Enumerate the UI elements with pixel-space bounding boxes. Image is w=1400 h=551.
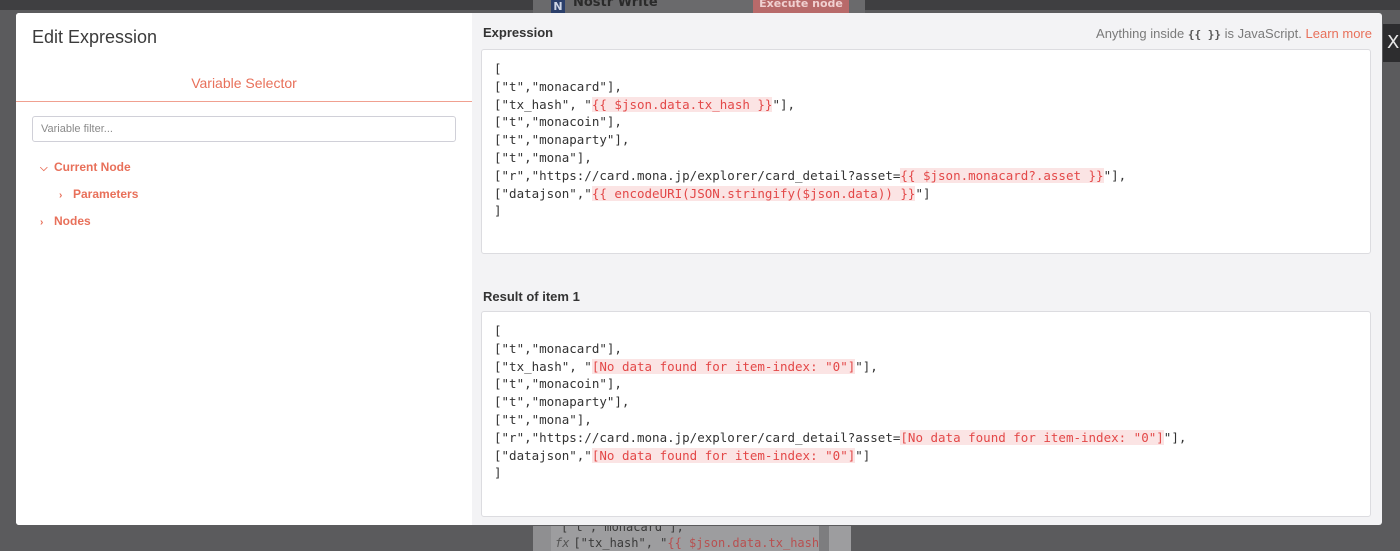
code-text: ["datajson","	[494, 185, 592, 201]
code-text: ]	[494, 465, 502, 481]
background-code-line: fx ["tx_hash", "{{ $json.data.tx_hash	[555, 536, 819, 550]
code-text: ["t","monacoin"],	[494, 376, 622, 392]
chevron-right-icon: ›	[59, 190, 63, 201]
background-execute-button: Execute node	[753, 0, 849, 14]
code-text: ["t","monacard"],	[494, 340, 622, 356]
learn-more-link[interactable]: Learn more	[1306, 26, 1372, 41]
code-line: ["t","monacoin"],	[494, 375, 1358, 393]
tree-item-current-node[interactable]: ⌵ Current Node	[40, 160, 131, 174]
code-line: ["datajson","[No data found for item-ind…	[494, 447, 1358, 465]
code-line: ["t","monacard"],	[494, 340, 1358, 358]
chevron-right-icon: ›	[40, 217, 44, 228]
code-line: ["t","monaparty"],	[494, 131, 1358, 149]
close-icon[interactable]: X	[1383, 24, 1400, 62]
tab-underline	[16, 101, 472, 102]
code-line: ["t","monaparty"],	[494, 393, 1358, 411]
tree-item-nodes[interactable]: › Nodes	[40, 214, 91, 228]
tree-item-label: Current Node	[54, 160, 131, 174]
background-code-expr: {{ $json.data.tx_hash	[667, 536, 820, 550]
expression-label: Expression	[483, 25, 554, 40]
background-scrollbar	[819, 526, 829, 551]
tab-variable-selector[interactable]: Variable Selector	[16, 75, 472, 91]
expression-editor[interactable]: [["t","monacard"], ["tx_hash", "{{ $json.…	[481, 49, 1371, 254]
code-line: ]	[494, 464, 1358, 482]
dialog-title: Edit Expression	[32, 27, 158, 47]
expression-highlight: {{ $json.data.tx_hash }}	[591, 96, 773, 112]
code-text: ["t","monaparty"],	[494, 394, 630, 410]
expression-highlight: {{ $json.monacard?.asset }}	[900, 167, 1104, 183]
edit-expression-dialog: Edit Expression Variable Selector ⌵ Curre…	[16, 13, 1382, 525]
code-line: ["t","mona"],	[494, 411, 1358, 429]
code-text: [	[494, 323, 502, 338]
fx-icon: fx	[555, 536, 570, 550]
code-line: ["tx_hash", "[No data found for item-ind…	[494, 358, 1358, 376]
expression-highlight: [No data found for item-index: "0"]	[900, 429, 1164, 445]
node-type-icon: N	[551, 0, 565, 14]
code-text: ["t","monaparty"],	[494, 132, 630, 148]
tree-item-label: Nodes	[54, 214, 91, 228]
background-code-text: ["tx_hash", "	[573, 536, 668, 550]
background-code-editor: ["t","monacard"], fx ["tx_hash", "{{ $jso…	[533, 526, 851, 551]
code-text: ["r","https://card.mona.jp/explorer/card…	[494, 429, 901, 445]
code-text: "],	[772, 96, 796, 112]
code-text: ["t","monacard"],	[494, 78, 622, 94]
hint-suffix: is JavaScript.	[1224, 26, 1302, 41]
code-text: [	[494, 61, 502, 76]
hint-prefix: Anything inside	[1096, 26, 1185, 41]
background-node-header: N Nostr Write Execute node	[533, 0, 865, 14]
expression-highlight: [No data found for item-index: "0"]	[591, 447, 856, 463]
code-line: ["tx_hash", "{{ $json.data.tx_hash }}"],	[494, 96, 1358, 114]
code-line: [	[494, 60, 1358, 78]
background-node-title: Nostr Write	[573, 0, 658, 10]
code-text: ]	[494, 203, 502, 219]
code-text: ["t","monacoin"],	[494, 114, 622, 130]
variable-selector-panel: Edit Expression Variable Selector ⌵ Curre…	[16, 13, 472, 525]
javascript-hint: Anything inside {{ }} is JavaScript. Lea…	[1096, 26, 1372, 41]
code-line: ["t","mona"],	[494, 149, 1358, 167]
code-line: ]	[494, 202, 1358, 220]
code-text: "]	[915, 185, 931, 201]
code-text: "]	[855, 447, 871, 463]
hint-braces: {{ }}	[1187, 28, 1221, 41]
code-line: ["t","monacoin"],	[494, 113, 1358, 131]
code-line: ["datajson","{{ encodeURI(JSON.stringify…	[494, 185, 1358, 203]
expression-highlight: {{ encodeURI(JSON.stringify($json.data))…	[591, 185, 916, 201]
code-line: ["t","monacard"],	[494, 78, 1358, 96]
code-line: ["r","https://card.mona.jp/explorer/card…	[494, 429, 1358, 447]
result-output: [["t","monacard"], ["tx_hash", "[No data …	[481, 311, 1371, 517]
code-text: "],	[1163, 429, 1187, 445]
code-text: ["tx_hash", "	[494, 96, 592, 112]
code-line: [	[494, 322, 1358, 340]
tree-item-label: Parameters	[73, 187, 139, 201]
code-text: ["datajson","	[494, 447, 592, 463]
chevron-down-icon: ⌵	[40, 163, 48, 174]
background-code-gutter	[533, 526, 551, 551]
code-text: "],	[855, 358, 878, 374]
code-text: ["tx_hash", "	[494, 358, 592, 374]
tree-item-parameters[interactable]: › Parameters	[59, 187, 138, 201]
code-text: ["t","mona"],	[494, 411, 592, 427]
background-code-line: ["t","monacard"],	[561, 526, 684, 534]
expression-highlight: [No data found for item-index: "0"]	[591, 358, 856, 374]
result-label: Result of item 1	[483, 289, 580, 304]
code-text: "],	[1103, 167, 1127, 183]
variable-filter-input[interactable]	[32, 116, 456, 142]
code-text: ["r","https://card.mona.jp/explorer/card…	[494, 167, 901, 183]
code-line: ["r","https://card.mona.jp/explorer/card…	[494, 167, 1358, 185]
code-text: ["t","mona"],	[494, 149, 592, 165]
